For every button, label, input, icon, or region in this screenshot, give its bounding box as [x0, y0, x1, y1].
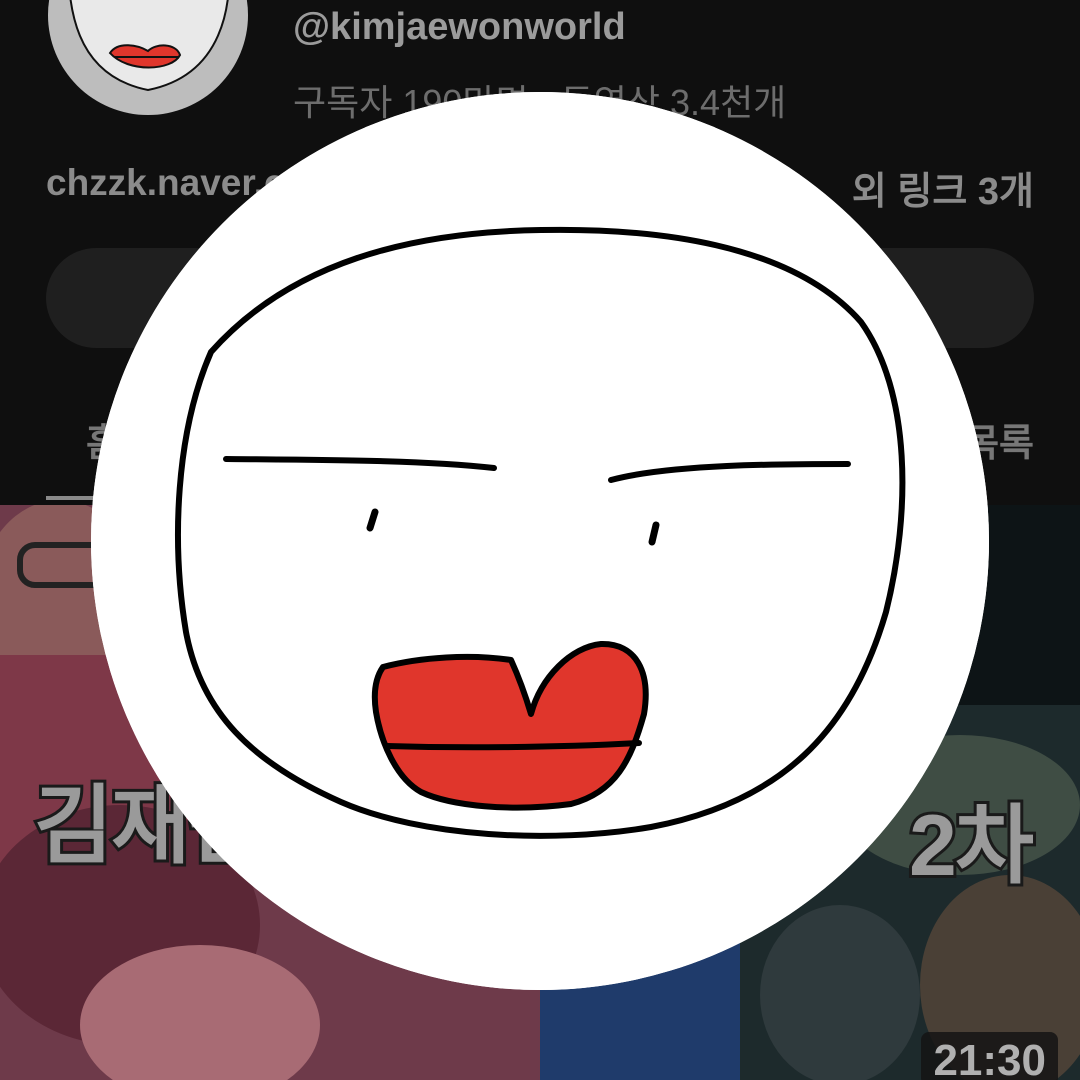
channel-handle: @kimjaewonworld — [293, 6, 626, 48]
thumbnail-title-text: 2차 — [906, 795, 1037, 897]
more-links-button[interactable]: 외 링크 3개 — [852, 160, 1034, 215]
channel-page-background: @kimjaewonworld 구독자 190만명 · 동영상 3.4천개 ch… — [0, 0, 1080, 1080]
channel-avatar-drawing — [48, 0, 248, 115]
video-duration-badge: 21:30 — [921, 1032, 1058, 1080]
profile-picture-enlarged[interactable] — [91, 92, 989, 990]
hand-drawn-face-icon — [91, 92, 989, 990]
channel-avatar[interactable] — [48, 0, 248, 115]
